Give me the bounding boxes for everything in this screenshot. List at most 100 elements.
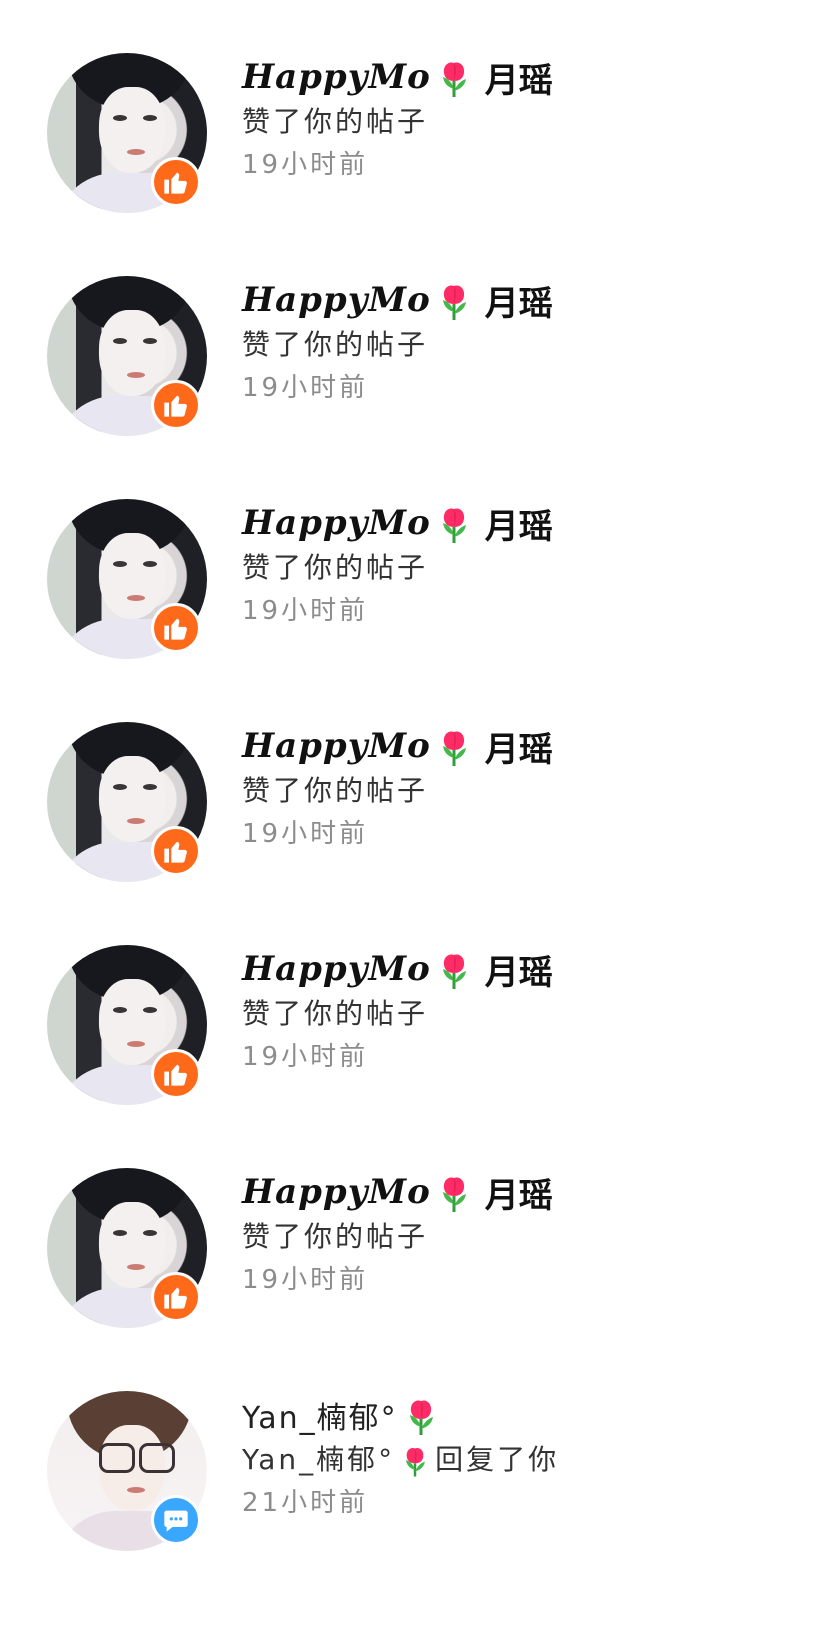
avatar-container[interactable] <box>47 722 207 882</box>
reply-badge <box>151 1495 201 1545</box>
user-name-latin[interactable]: HappyMo <box>242 726 431 766</box>
avatar-face <box>99 87 165 173</box>
avatar-eye <box>113 1007 127 1013</box>
avatar-eye <box>113 338 127 344</box>
notification-item[interactable]: HappyMo 月瑶 赞了你的帖子 19小时前 <box>0 1168 832 1368</box>
tulip-icon <box>442 731 466 766</box>
avatar-glasses <box>99 1443 175 1473</box>
timestamp: 19小时前 <box>242 150 369 180</box>
avatar-eye <box>143 561 157 567</box>
timestamp: 19小时前 <box>242 1042 369 1072</box>
user-name[interactable]: HappyMo 月瑶 <box>242 1168 802 1216</box>
timestamp: 19小时前 <box>242 596 369 626</box>
user-name[interactable]: HappyMo 月瑶 <box>242 945 802 993</box>
user-name[interactable]: Yan_楠郁° <box>242 1391 802 1439</box>
action-text: 赞了你的帖子 <box>242 551 429 584</box>
notification-item[interactable]: HappyMo 月瑶 赞了你的帖子 19小时前 <box>0 276 832 476</box>
avatar-eye <box>143 115 157 121</box>
avatar-face <box>99 756 165 842</box>
action-text: 赞了你的帖子 <box>242 105 429 138</box>
user-name[interactable]: HappyMo 月瑶 <box>242 722 802 770</box>
notification-text: HappyMo 月瑶 赞了你的帖子 19小时前 <box>242 499 802 633</box>
user-name-latin[interactable]: HappyMo <box>242 57 431 97</box>
avatar-mouth <box>127 595 145 601</box>
like-badge <box>151 603 201 653</box>
user-name[interactable]: HappyMo 月瑶 <box>242 276 802 324</box>
avatar-eye <box>143 1230 157 1236</box>
notification-text: HappyMo 月瑶 赞了你的帖子 19小时前 <box>242 53 802 187</box>
user-name-suffix[interactable]: 月瑶 <box>485 945 553 994</box>
notification-text: HappyMo 月瑶 赞了你的帖子 19小时前 <box>242 1168 802 1302</box>
avatar-eye <box>113 561 127 567</box>
avatar-container[interactable] <box>47 1391 207 1551</box>
avatar-mouth <box>127 1041 145 1047</box>
notification-list: HappyMo 月瑶 赞了你的帖子 19小时前 HappyMo 月瑶 赞了你的帖… <box>0 0 832 1644</box>
user-name-suffix[interactable]: 月瑶 <box>485 722 553 771</box>
user-name-latin[interactable]: HappyMo <box>242 503 431 543</box>
avatar-container[interactable] <box>47 945 207 1105</box>
avatar-eye <box>143 784 157 790</box>
action-text: 赞了你的帖子 <box>242 774 429 807</box>
user-name-suffix[interactable]: 月瑶 <box>485 276 553 325</box>
tulip-icon <box>442 62 466 97</box>
user-name[interactable]: HappyMo 月瑶 <box>242 499 802 547</box>
notification-item[interactable]: HappyMo 月瑶 赞了你的帖子 19小时前 <box>0 499 832 699</box>
thumbs-up-icon <box>164 618 187 640</box>
thumbs-up-icon <box>164 395 187 417</box>
avatar-mouth <box>127 1487 145 1493</box>
like-badge <box>151 826 201 876</box>
tulip-icon <box>442 954 466 989</box>
avatar-face <box>99 533 165 619</box>
notification-item[interactable]: HappyMo 月瑶 赞了你的帖子 19小时前 <box>0 722 832 922</box>
notification-item[interactable]: Yan_楠郁° Yan_楠郁° 回复了你 21小时前 <box>0 1391 832 1591</box>
avatar-eye <box>143 338 157 344</box>
user-name-latin[interactable]: HappyMo <box>242 949 431 989</box>
timestamp: 21小时前 <box>242 1488 369 1518</box>
avatar-mouth <box>127 372 145 378</box>
user-name[interactable]: HappyMo 月瑶 <box>242 53 802 101</box>
avatar-face <box>99 979 165 1065</box>
action-text: 赞了你的帖子 <box>242 1220 429 1253</box>
avatar-eye <box>113 784 127 790</box>
notification-item[interactable]: HappyMo 月瑶 赞了你的帖子 19小时前 <box>0 945 832 1145</box>
avatar-container[interactable] <box>47 1168 207 1328</box>
like-badge <box>151 380 201 430</box>
user-name-text[interactable]: Yan_楠郁° <box>242 1393 398 1437</box>
glasses-lens <box>139 1443 175 1473</box>
avatar-eye <box>113 115 127 121</box>
tulip-icon <box>409 1400 433 1435</box>
notification-item[interactable]: HappyMo 月瑶 赞了你的帖子 19小时前 <box>0 53 832 253</box>
notification-text: HappyMo 月瑶 赞了你的帖子 19小时前 <box>242 945 802 1079</box>
user-name-latin[interactable]: HappyMo <box>242 280 431 320</box>
avatar-eye <box>143 1007 157 1013</box>
user-name-suffix[interactable]: 月瑶 <box>485 53 553 102</box>
action-suffix: 回复了你 <box>435 1443 560 1476</box>
avatar-face <box>99 1202 165 1288</box>
user-name-latin[interactable]: HappyMo <box>242 1172 431 1212</box>
thumbs-up-icon <box>164 841 187 863</box>
avatar-face <box>99 310 165 396</box>
tulip-icon <box>442 508 466 543</box>
notification-text: Yan_楠郁° Yan_楠郁° 回复了你 21小时前 <box>242 1391 802 1525</box>
like-badge <box>151 1049 201 1099</box>
action-prefix: Yan_楠郁° <box>242 1443 396 1476</box>
notification-text: HappyMo 月瑶 赞了你的帖子 19小时前 <box>242 722 802 856</box>
timestamp: 19小时前 <box>242 373 369 403</box>
thumbs-up-icon <box>164 172 187 194</box>
user-name-suffix[interactable]: 月瑶 <box>485 1168 553 1217</box>
thumbs-up-icon <box>164 1287 187 1309</box>
thumbs-up-icon <box>164 1064 187 1086</box>
action-text: 赞了你的帖子 <box>242 997 429 1030</box>
speech-bubble-icon <box>164 1510 188 1532</box>
tulip-icon <box>406 1448 426 1477</box>
glasses-lens <box>99 1443 135 1473</box>
avatar-mouth <box>127 1264 145 1270</box>
avatar-container[interactable] <box>47 276 207 436</box>
like-badge <box>151 157 201 207</box>
like-badge <box>151 1272 201 1322</box>
avatar-eye <box>113 1230 127 1236</box>
avatar-container[interactable] <box>47 53 207 213</box>
user-name-suffix[interactable]: 月瑶 <box>485 499 553 548</box>
avatar-container[interactable] <box>47 499 207 659</box>
action-text: 赞了你的帖子 <box>242 328 429 361</box>
